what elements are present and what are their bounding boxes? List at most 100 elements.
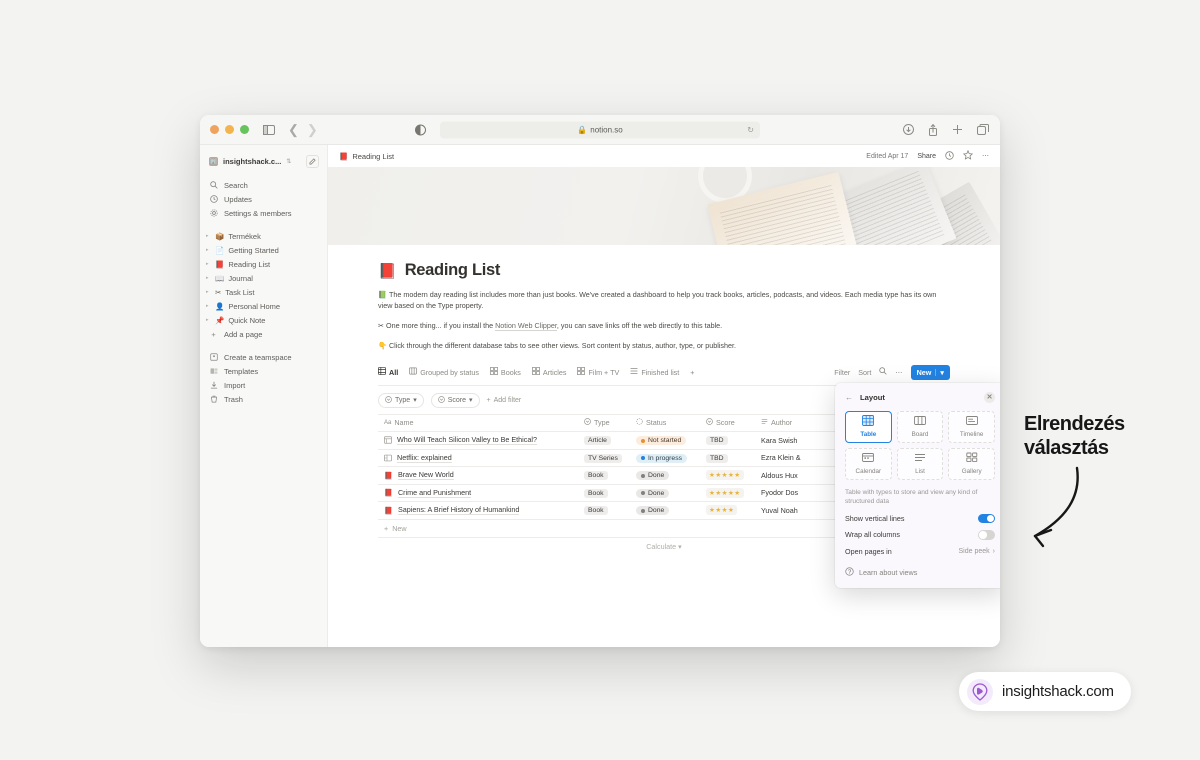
- add-filter-button[interactable]: + Add filter: [487, 397, 522, 404]
- privacy-shield-icon[interactable]: [415, 124, 426, 135]
- setting-open-pages-in[interactable]: Open pages in Side peek ›: [845, 547, 995, 556]
- chevron-right-icon[interactable]: ▸: [206, 261, 211, 267]
- chevron-right-icon[interactable]: ▸: [206, 303, 211, 309]
- nav-arrows[interactable]: ❮ ❯: [288, 123, 318, 136]
- cell-status[interactable]: Done: [630, 466, 700, 485]
- sidebar-item-import[interactable]: Import: [200, 378, 327, 392]
- tab-finished-list[interactable]: Finished list: [630, 367, 679, 377]
- filter-pill-type[interactable]: Type ▾: [378, 392, 424, 408]
- cell-name[interactable]: 📕 Brave New World: [378, 466, 578, 485]
- plus-icon[interactable]: [952, 124, 963, 135]
- cell-type[interactable]: Book: [578, 466, 630, 485]
- chevron-right-icon[interactable]: ▸: [206, 233, 211, 239]
- cell-name[interactable]: Netflix: explained: [378, 449, 578, 468]
- sort-button[interactable]: Sort: [858, 368, 871, 377]
- back-button[interactable]: ❮: [288, 123, 299, 136]
- sidebar-item-create-teamspace[interactable]: Create a teamspace: [200, 350, 327, 364]
- setting-wrap-all-columns[interactable]: Wrap all columns: [845, 530, 995, 540]
- column-header-name[interactable]: Aa Name: [378, 413, 578, 433]
- sidebar-item-settings[interactable]: Settings & members: [200, 206, 327, 220]
- tabs-icon[interactable]: [977, 124, 989, 135]
- cell-score[interactable]: ★★★★★: [700, 484, 755, 503]
- layout-option-gallery[interactable]: Gallery: [948, 447, 995, 480]
- tab-books[interactable]: Books: [490, 367, 521, 377]
- sidebar-item-templates[interactable]: Templates: [200, 364, 327, 378]
- close-window-button[interactable]: [210, 125, 219, 134]
- sidebar-toggle-icon[interactable]: [263, 124, 275, 135]
- column-header-type[interactable]: Type: [578, 413, 630, 433]
- tab-all[interactable]: All: [378, 367, 398, 377]
- toggle-wrap-all-columns[interactable]: [978, 530, 995, 540]
- learn-about-views-link[interactable]: Learn about views: [845, 567, 995, 578]
- cell-status[interactable]: Done: [630, 501, 700, 520]
- sidebar-item-search[interactable]: Search: [200, 178, 327, 192]
- cell-name[interactable]: 📕 Crime and Punishment: [378, 484, 578, 503]
- maximize-window-button[interactable]: [240, 125, 249, 134]
- search-icon[interactable]: [879, 367, 888, 377]
- cell-status[interactable]: Not started: [630, 431, 700, 450]
- filter-pill-score[interactable]: Score ▾: [430, 392, 480, 408]
- cell-type[interactable]: TV Series: [578, 449, 630, 468]
- download-icon[interactable]: [903, 124, 914, 135]
- chevron-right-icon[interactable]: ▸: [206, 317, 211, 323]
- share-icon[interactable]: [928, 123, 938, 136]
- sidebar-item-updates[interactable]: Updates: [200, 192, 327, 206]
- cell-status[interactable]: Done: [630, 484, 700, 503]
- cell-status[interactable]: In progress: [630, 449, 700, 468]
- layout-option-board[interactable]: Board: [896, 410, 944, 443]
- sidebar-item-trash[interactable]: Trash: [200, 392, 327, 406]
- star-icon[interactable]: [962, 149, 974, 162]
- filter-button[interactable]: Filter: [834, 368, 850, 377]
- breadcrumb[interactable]: 📕 Reading List: [339, 152, 394, 161]
- chevron-down-icon[interactable]: ▾: [940, 368, 944, 377]
- address-bar[interactable]: 🔒 notion.so ↻: [440, 121, 760, 138]
- cell-name[interactable]: 📕 Sapiens: A Brief History of Humankind: [378, 501, 578, 520]
- more-icon[interactable]: ⋯: [982, 152, 989, 160]
- more-icon[interactable]: ⋯: [895, 368, 902, 377]
- sidebar-page-personal-home[interactable]: ▸ 👤 Personal Home: [200, 299, 327, 313]
- sidebar-page-getting-started[interactable]: ▸ 📄 Getting Started: [200, 243, 327, 257]
- close-icon[interactable]: ✕: [984, 391, 995, 403]
- cell-score[interactable]: TBD: [700, 449, 755, 468]
- sidebar-page-task-list[interactable]: ▸ ✂ Task List: [200, 285, 327, 299]
- new-page-icon[interactable]: [306, 155, 319, 168]
- layout-option-list[interactable]: List: [896, 447, 944, 480]
- workspace-switcher[interactable]: 🏢 insightshack.c... ⇅: [200, 151, 327, 172]
- chrome-actions[interactable]: [903, 123, 989, 136]
- forward-button[interactable]: ❯: [307, 123, 318, 136]
- chevron-right-icon[interactable]: ▸: [206, 247, 211, 253]
- tab-grouped-by-status[interactable]: Grouped by status: [409, 367, 479, 377]
- layout-option-calendar[interactable]: Calendar: [845, 447, 892, 480]
- sidebar-page-termekek[interactable]: ▸ 📦 Termékek: [200, 229, 327, 243]
- clock-icon[interactable]: [945, 150, 954, 162]
- sidebar-page-journal[interactable]: ▸ 📖 Journal: [200, 271, 327, 285]
- layout-option-table[interactable]: Table: [845, 410, 892, 443]
- cell-type[interactable]: Book: [578, 484, 630, 503]
- column-header-status[interactable]: Status: [630, 413, 700, 433]
- tab-articles[interactable]: Articles: [531, 367, 566, 377]
- minimize-window-button[interactable]: [225, 125, 234, 134]
- notion-web-clipper-link[interactable]: Notion Web Clipper: [495, 321, 557, 332]
- new-button[interactable]: New ▾: [910, 364, 950, 380]
- page-icon[interactable]: 📕: [378, 262, 397, 280]
- sidebar-page-reading-list[interactable]: ▸ 📕 Reading List: [200, 257, 327, 271]
- share-button[interactable]: Share: [917, 153, 936, 160]
- add-view-button[interactable]: +: [690, 368, 694, 377]
- cell-type[interactable]: Article: [578, 431, 630, 450]
- reload-icon[interactable]: ↻: [747, 125, 754, 134]
- window-controls[interactable]: [210, 125, 249, 134]
- cell-name[interactable]: Who Will Teach Silicon Valley to Be Ethi…: [378, 431, 578, 450]
- cell-type[interactable]: Book: [578, 501, 630, 520]
- chevron-right-icon[interactable]: ▸: [206, 275, 211, 281]
- sidebar-page-quick-note[interactable]: ▸ 📌 Quick Note: [200, 313, 327, 327]
- chevron-right-icon[interactable]: ▸: [206, 289, 211, 295]
- layout-option-timeline[interactable]: Timeline: [948, 410, 995, 443]
- tab-film-tv[interactable]: Film + TV: [577, 367, 619, 377]
- column-header-score[interactable]: Score: [700, 413, 755, 433]
- toggle-show-vertical-lines[interactable]: [978, 513, 995, 524]
- cell-score[interactable]: ★★★★★: [700, 466, 755, 485]
- back-arrow-icon[interactable]: ←: [845, 393, 853, 402]
- cell-score[interactable]: ★★★★: [700, 501, 755, 520]
- setting-show-vertical-lines[interactable]: Show vertical lines: [845, 513, 995, 524]
- add-a-page-button[interactable]: + Add a page: [200, 327, 327, 341]
